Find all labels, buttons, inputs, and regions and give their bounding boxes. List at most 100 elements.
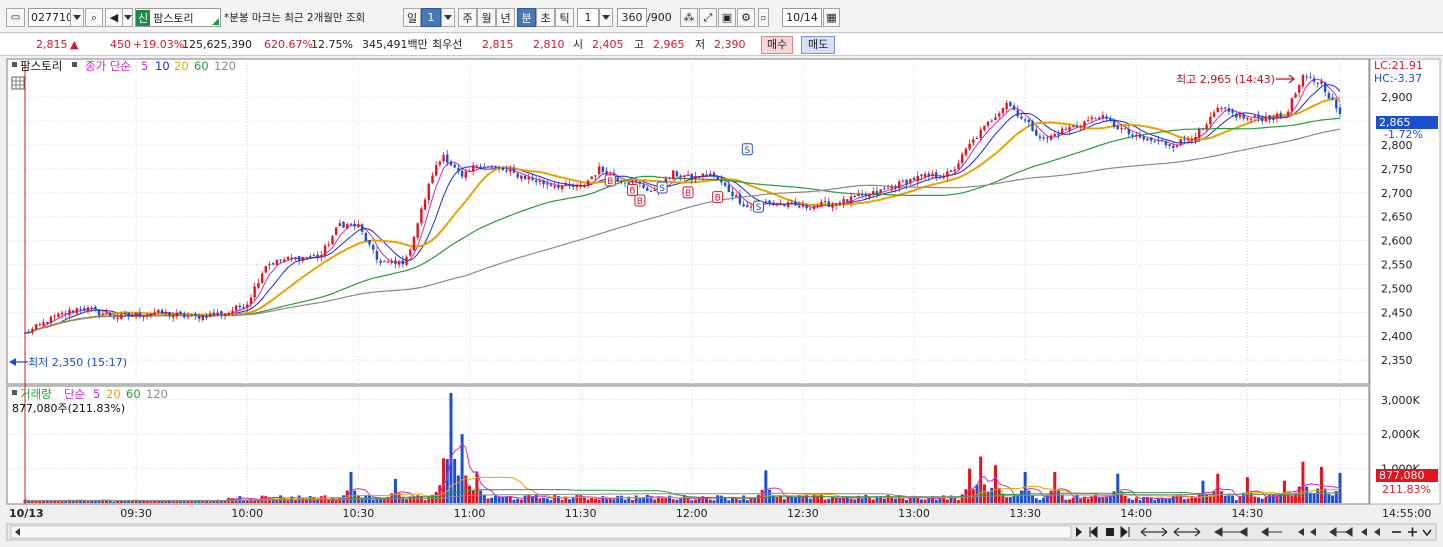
legend-volume-value: 877,080주(211.83%) — [12, 402, 125, 415]
volume-bar — [831, 497, 835, 503]
candle — [464, 171, 468, 178]
period-day-button[interactable]: 일 — [403, 8, 421, 27]
volume-bar — [512, 499, 516, 503]
interval-input[interactable]: 1 — [577, 8, 599, 27]
period-count-dropdown[interactable] — [441, 8, 455, 27]
volume-bar — [745, 500, 749, 503]
candle — [1127, 128, 1131, 135]
candle — [368, 240, 371, 245]
volume-bar — [1064, 499, 1068, 503]
candle — [1338, 107, 1342, 114]
speaker-dropdown-button[interactable] — [122, 8, 133, 27]
period-count-select[interactable]: 1 — [421, 8, 441, 27]
candle — [160, 309, 164, 314]
period-year-button[interactable]: 년 — [496, 8, 515, 27]
volume-bar — [668, 495, 672, 503]
candle — [49, 316, 53, 324]
candle — [742, 204, 745, 207]
candle — [416, 223, 419, 238]
code-dropdown-button[interactable] — [70, 8, 84, 27]
volume-bar — [1245, 477, 1249, 503]
price-volume-chart[interactable]: BBBSBBSS 2,9002,8502,8002,7502,7002,6502… — [0, 57, 1443, 544]
candle — [909, 178, 912, 184]
volume-bar — [1105, 497, 1109, 503]
candle — [305, 257, 308, 259]
candle — [964, 148, 968, 155]
speaker-icon: ◀ — [109, 11, 119, 24]
draw-tool-button[interactable]: ⤢ — [699, 8, 717, 27]
period-week-button[interactable]: 주 — [458, 8, 477, 27]
candle — [727, 184, 731, 192]
volume-bar — [994, 465, 998, 503]
trade-amount: 345,491백만 — [362, 38, 428, 51]
save-button[interactable]: ▣ — [718, 8, 736, 27]
sell-button[interactable]: 매도 — [801, 36, 836, 54]
current-volume-ratio: 211.83% — [1382, 483, 1431, 496]
candle — [420, 208, 423, 224]
candle — [1123, 128, 1127, 130]
period-tick-button[interactable]: 틱 — [555, 8, 574, 27]
volume-bar — [1060, 495, 1064, 503]
stock-code-input[interactable]: 027710 — [28, 8, 74, 27]
speaker-button[interactable]: ◀ — [105, 8, 123, 27]
candle — [1238, 114, 1242, 118]
candle — [775, 204, 779, 206]
candle — [590, 176, 593, 180]
candle — [949, 170, 953, 172]
period-month-button[interactable]: 월 — [477, 8, 496, 27]
candle — [601, 166, 605, 172]
candle — [371, 245, 375, 250]
buy-button[interactable]: 매수 — [761, 36, 794, 54]
date-input[interactable]: 10/14 — [782, 8, 822, 27]
interval-dropdown[interactable] — [599, 8, 613, 27]
notice-text: *분봉 마크는 최근 2개월만 조회 — [224, 12, 366, 24]
volume-bar — [1168, 498, 1172, 503]
candle — [46, 321, 49, 324]
candle — [1227, 108, 1231, 112]
stop-icon[interactable] — [1106, 528, 1114, 536]
volume-bar — [1138, 500, 1142, 503]
volume-bar — [619, 495, 623, 503]
volume-bar — [793, 497, 797, 503]
time-tick-label: 13:00 — [898, 507, 930, 520]
period-minute-button[interactable]: 분 — [517, 8, 536, 27]
scrollbar-thumb[interactable] — [10, 525, 1072, 539]
volume-bar — [108, 500, 112, 503]
candle — [1153, 141, 1156, 143]
candle — [1053, 134, 1056, 137]
volume-bar — [834, 498, 838, 503]
candle — [509, 169, 512, 172]
candle — [338, 223, 342, 227]
count-input[interactable]: 360 — [617, 8, 647, 27]
volume-bar — [405, 499, 409, 503]
search-button[interactable]: ⌕ — [85, 8, 103, 27]
candle — [786, 202, 790, 207]
volume-bar — [560, 499, 564, 503]
volume-bar — [986, 491, 990, 503]
open-price: 2,405 — [592, 38, 624, 51]
volume-bar — [327, 500, 331, 503]
window-icon[interactable]: ▭ — [6, 8, 25, 27]
volume-bar — [675, 499, 679, 503]
candle — [27, 331, 30, 334]
volume-ratio: 620.67% — [264, 38, 313, 51]
candle — [364, 232, 367, 242]
candle — [1038, 136, 1042, 139]
stock-name-field[interactable]: 신 팜스토리 — [135, 8, 221, 27]
candle — [560, 185, 564, 190]
legend-square-icon — [12, 390, 17, 395]
candle — [768, 200, 771, 204]
volume-bar — [1305, 486, 1309, 503]
volume-bar — [434, 491, 438, 503]
settings-button[interactable]: ⚙ — [737, 8, 755, 27]
expand-button[interactable]: ▫ — [758, 8, 769, 27]
calendar-button[interactable]: ▦ — [823, 8, 840, 27]
candle — [1201, 128, 1205, 130]
indicator-button[interactable]: ⁂ — [680, 8, 698, 27]
volume: 125,625,390 — [182, 38, 252, 51]
candle — [290, 257, 293, 259]
volume-bar — [782, 499, 786, 503]
period-second-button[interactable]: 초 — [536, 8, 555, 27]
table-icon[interactable] — [11, 76, 25, 90]
volume-bar — [538, 498, 542, 503]
